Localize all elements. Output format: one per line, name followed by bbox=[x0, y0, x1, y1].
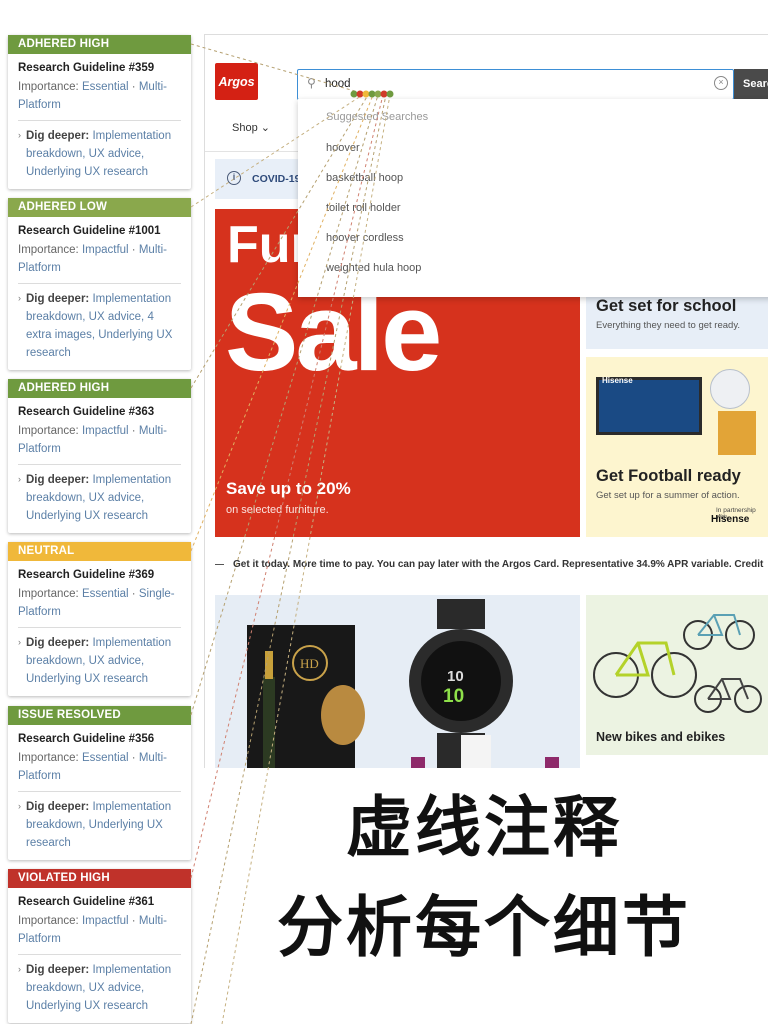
suggestion-item[interactable]: basketball hoop bbox=[326, 172, 403, 184]
guideline-card-363[interactable]: ADHERED HIGH Research Guideline #363 Imp… bbox=[8, 379, 191, 533]
suggestions-dropdown: Suggested Searches hoover basketball hoo… bbox=[298, 99, 768, 297]
covid-text: COVID-19 bbox=[252, 173, 301, 185]
guideline-title: Research Guideline #1001 bbox=[18, 225, 161, 237]
football-title: Get Football ready bbox=[596, 467, 741, 485]
suggestion-item[interactable]: hoover bbox=[326, 142, 360, 154]
sale-discount: Save up to 20% bbox=[226, 479, 351, 498]
dig-deeper-link[interactable]: › Dig deeper: Implementation breakdown, U… bbox=[18, 634, 181, 688]
chevron-right-icon: › bbox=[18, 474, 21, 484]
divider bbox=[18, 464, 181, 465]
guideline-title: Research Guideline #361 bbox=[18, 896, 155, 908]
chevron-right-icon: › bbox=[18, 293, 21, 303]
importance-line: Importance: Essential · Multi-Platform bbox=[18, 752, 167, 782]
dig-deeper-link[interactable]: › Dig deeper: Implementation breakdown, U… bbox=[18, 798, 181, 852]
search-box[interactable]: ⚲ × bbox=[297, 69, 734, 100]
search-button[interactable]: Search bbox=[734, 69, 768, 100]
clear-icon[interactable]: × bbox=[714, 76, 728, 90]
tv-brand: Hisense bbox=[602, 376, 633, 385]
status-badge: ADHERED HIGH bbox=[8, 35, 191, 54]
chevron-right-icon: › bbox=[18, 801, 21, 811]
school-title: Get set for school bbox=[596, 297, 737, 315]
guideline-title: Research Guideline #369 bbox=[18, 569, 155, 581]
svg-text:HD: HD bbox=[300, 656, 319, 671]
dig-deeper-link[interactable]: › Dig deeper: Implementation breakdown, U… bbox=[18, 127, 181, 181]
football-tile[interactable]: Hisense Get Football ready Get set up fo… bbox=[586, 357, 768, 537]
suggestion-item[interactable]: hoover cordless bbox=[326, 232, 404, 244]
chevron-right-icon: › bbox=[18, 130, 21, 140]
divider bbox=[18, 791, 181, 792]
suggestions-header: Suggested Searches bbox=[326, 111, 429, 123]
guideline-card-361[interactable]: VIOLATED HIGH Research Guideline #361 Im… bbox=[8, 869, 191, 1023]
guideline-card-356[interactable]: ISSUE RESOLVED Research Guideline #356 I… bbox=[8, 706, 191, 860]
divider bbox=[18, 627, 181, 628]
divider bbox=[18, 954, 181, 955]
info-icon: i bbox=[227, 171, 241, 185]
gift-watch-image: HD 10 10 bbox=[247, 599, 559, 768]
divider bbox=[18, 283, 181, 284]
chevron-down-icon: ⌄ bbox=[260, 122, 270, 134]
guideline-card-359[interactable]: ADHERED HIGH Research Guideline #359 Imp… bbox=[8, 35, 191, 189]
credit-strip: Get it today. More time to pay. You can … bbox=[215, 559, 768, 570]
guideline-title: Research Guideline #363 bbox=[18, 406, 155, 418]
football-image bbox=[710, 369, 750, 409]
importance-line: Importance: Impactful · Multi-Platform bbox=[18, 915, 167, 945]
status-badge: ADHERED LOW bbox=[8, 198, 191, 217]
divider bbox=[18, 120, 181, 121]
importance-line: Importance: Essential · Multi-Platform bbox=[18, 81, 167, 111]
dig-deeper-link[interactable]: › Dig deeper: Implementation breakdown, U… bbox=[18, 471, 181, 525]
gift-watch-tile[interactable]: HD 10 10 bbox=[215, 595, 580, 768]
dig-deeper-link[interactable]: › Dig deeper: Implementation breakdown, U… bbox=[18, 290, 181, 362]
search-icon: ⚲ bbox=[307, 76, 316, 90]
importance-line: Importance: Impactful · Multi-Platform bbox=[18, 244, 167, 274]
search-input[interactable] bbox=[325, 75, 705, 93]
status-badge: VIOLATED HIGH bbox=[8, 869, 191, 888]
dig-deeper-link[interactable]: › Dig deeper: Implementation breakdown, U… bbox=[18, 961, 181, 1015]
chevron-right-icon: › bbox=[18, 637, 21, 647]
school-tile[interactable]: Get set for school Everything they need … bbox=[586, 297, 768, 349]
tv-image bbox=[596, 377, 702, 435]
chevron-right-icon: › bbox=[18, 964, 21, 974]
guideline-title: Research Guideline #359 bbox=[18, 62, 155, 74]
caption-line-2: 分析每个细节 bbox=[277, 889, 691, 966]
guideline-card-369[interactable]: NEUTRAL Research Guideline #369 Importan… bbox=[8, 542, 191, 696]
argos-screenshot: Argos ⚲ × Search Shop ⌄ i COVID-19 Fur S… bbox=[204, 34, 768, 768]
guideline-title: Research Guideline #356 bbox=[18, 733, 155, 745]
svg-text:10: 10 bbox=[443, 686, 464, 707]
school-subtitle: Everything they need to get ready. bbox=[596, 320, 740, 331]
sale-subtext: on selected furniture. bbox=[226, 504, 329, 516]
importance-line: Importance: Essential · Single-Platform bbox=[18, 588, 175, 618]
status-badge: ADHERED HIGH bbox=[8, 379, 191, 398]
bikes-tile[interactable]: New bikes and ebikes bbox=[586, 595, 768, 755]
importance-line: Importance: Impactful · Multi-Platform bbox=[18, 425, 167, 455]
nav-shop-menu[interactable]: Shop ⌄ bbox=[232, 121, 270, 134]
suggestion-item[interactable]: toilet roll holder bbox=[326, 202, 401, 214]
partner-logo: Hisense bbox=[711, 514, 750, 525]
argos-logo[interactable]: Argos bbox=[215, 63, 258, 100]
sticker-book-image bbox=[718, 411, 756, 455]
caption-line-1: 虚线注释 bbox=[346, 789, 622, 866]
svg-text:10: 10 bbox=[447, 668, 464, 685]
guideline-card-1001[interactable]: ADHERED LOW Research Guideline #1001 Imp… bbox=[8, 198, 191, 370]
football-subtitle: Get set up for a summer of action. bbox=[596, 490, 740, 501]
status-badge: NEUTRAL bbox=[8, 542, 191, 561]
status-badge: ISSUE RESOLVED bbox=[8, 706, 191, 725]
bikes-title: New bikes and ebikes bbox=[596, 730, 726, 744]
suggestion-item[interactable]: weighted hula hoop bbox=[326, 262, 421, 274]
